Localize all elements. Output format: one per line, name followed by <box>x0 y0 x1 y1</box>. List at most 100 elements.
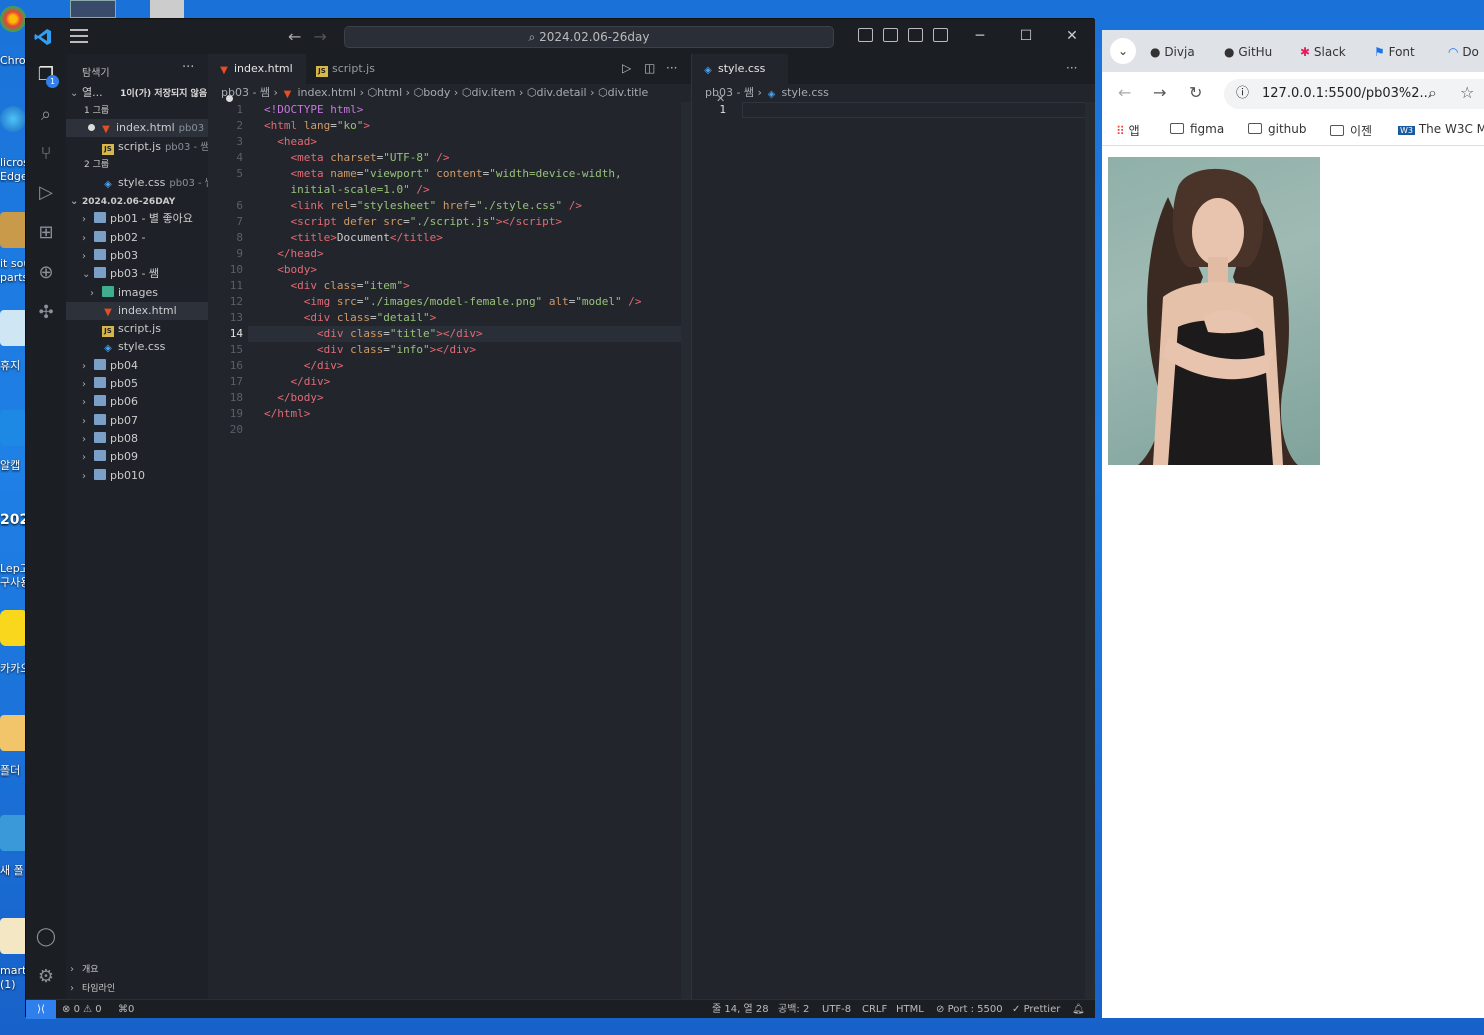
toggle-sidebar-icon[interactable] <box>858 28 873 42</box>
vertical-scrollbar[interactable] <box>1085 102 1095 999</box>
kakaotalk-icon[interactable] <box>0 610 28 646</box>
open-editor-item[interactable]: JS script.js pb03 - 쌤 <box>66 138 208 156</box>
settings-gear-icon[interactable]: ⚙ <box>35 966 57 988</box>
folder-item[interactable]: › pb01 - 별 좋아요 <box>66 210 208 228</box>
file-desktop-icon[interactable] <box>0 918 28 954</box>
folder-item[interactable]: › pb02 - <box>66 229 208 247</box>
chrome-tab[interactable]: ◠ Do <box>1448 38 1479 66</box>
end-of-line[interactable]: CRLF <box>862 1000 887 1019</box>
chrome-tab[interactable]: ⚑ Font <box>1374 38 1415 66</box>
source-control-icon[interactable]: ⑂ <box>35 143 57 165</box>
remote-indicator-icon[interactable]: ⟩⟨ <box>26 1000 56 1019</box>
bookmark-folder[interactable]: github <box>1248 122 1306 136</box>
chrome-tab[interactable]: ● GitHu <box>1224 38 1272 66</box>
bookmark-w3c[interactable]: W3 The W3C M <box>1398 122 1484 136</box>
forward-icon[interactable]: → <box>313 27 338 46</box>
folder-desktop-icon[interactable] <box>0 212 28 248</box>
bookmark-apps[interactable]: ⠿ 앱 <box>1116 122 1140 139</box>
run-debug-icon[interactable]: ▷ <box>35 182 57 204</box>
file-item[interactable]: ▼ index.html <box>66 302 208 320</box>
chrome-desktop-icon[interactable] <box>0 6 26 32</box>
nav-arrows[interactable]: ←→ <box>288 27 339 46</box>
folder-item[interactable]: › pb08 <box>66 430 208 448</box>
breadcrumb-item[interactable]: style.css <box>781 86 828 99</box>
folder-item[interactable]: › pb04 <box>66 357 208 375</box>
file-item[interactable]: JS script.js <box>66 320 208 338</box>
alcapture-icon[interactable] <box>0 410 28 446</box>
minimize-button[interactable]: ─ <box>957 19 1003 54</box>
tab-search-chevron-icon[interactable]: ⌄ <box>1110 38 1136 64</box>
ports-indicator[interactable]: ⌘0 <box>118 1000 134 1019</box>
open-editor-item[interactable]: ◈style.csspb03 - 쌤 <box>66 174 208 192</box>
window-thumbnail[interactable] <box>150 0 184 18</box>
encoding[interactable]: UTF-8 <box>822 1000 851 1019</box>
outline-section[interactable]: › 개요 <box>66 961 208 979</box>
vertical-scrollbar[interactable] <box>681 102 691 999</box>
breadcrumb-item[interactable]: index.html <box>297 86 356 99</box>
problems-indicator[interactable]: ⊗ 0 ⚠ 0 <box>62 1000 102 1019</box>
bookmark-star-icon[interactable]: ☆ <box>1460 83 1474 102</box>
command-center[interactable]: ⌕ 2024.02.06-26day <box>344 26 834 48</box>
split-editor-icon[interactable]: ◫ <box>644 61 655 75</box>
folder-item[interactable]: › pb07 <box>66 412 208 430</box>
breadcrumb-item[interactable]: div.item <box>471 86 515 99</box>
timeline-section[interactable]: › 타임라인 <box>66 980 208 998</box>
folder-item[interactable]: › pb05 <box>66 375 208 393</box>
workspace-header[interactable]: ⌄ 2024.02.06-26DAY <box>66 193 208 211</box>
folder-item[interactable]: › images <box>66 284 208 302</box>
recycle-bin-icon[interactable] <box>0 310 28 346</box>
close-button[interactable]: ✕ <box>1049 19 1095 54</box>
indentation[interactable]: 공백: 2 <box>778 1000 809 1019</box>
customize-layout-icon[interactable] <box>933 28 948 42</box>
bookmark-folder[interactable]: figma <box>1170 122 1224 136</box>
back-icon[interactable]: ← <box>1118 83 1131 102</box>
language-mode[interactable]: HTML <box>896 1000 924 1019</box>
folder-item[interactable]: › pb010 <box>66 467 208 485</box>
breadcrumb-item[interactable]: div.title <box>608 86 649 99</box>
breadcrumb-item[interactable]: html <box>377 86 402 99</box>
run-icon[interactable]: ▷ <box>622 61 631 75</box>
open-editor-item[interactable]: ▼index.htmlpb03 ... <box>66 119 208 137</box>
more-actions-icon[interactable]: ··· <box>1066 61 1077 75</box>
live-server-port[interactable]: ⊘ Port : 5500 <box>936 1000 1003 1019</box>
file-item[interactable]: ◈ style.css <box>66 338 208 356</box>
menu-icon[interactable] <box>70 29 88 43</box>
window-thumbnail[interactable] <box>70 0 116 18</box>
zoom-icon[interactable]: ⌕ <box>1428 83 1437 103</box>
remote-explorer-icon[interactable]: ⊕ <box>35 262 57 284</box>
tab-style-css[interactable]: ◈ style.css ✕ <box>692 54 788 105</box>
folder-item[interactable]: › pb06 <box>66 393 208 411</box>
breadcrumb-item[interactable]: div.detail <box>537 86 587 99</box>
notifications-icon[interactable]: 🔔︎ <box>1072 1000 1085 1019</box>
back-icon[interactable]: ← <box>288 27 313 46</box>
folder-desktop-icon[interactable] <box>0 815 28 851</box>
site-info-icon[interactable]: ⓘ <box>1236 79 1249 109</box>
edge-desktop-icon[interactable] <box>0 106 26 132</box>
bookmark-folder[interactable]: 이젠 <box>1330 122 1372 139</box>
folder-item[interactable]: ⌄ pb03 - 쌤 <box>66 265 208 283</box>
more-actions-icon[interactable]: ··· <box>666 61 677 75</box>
extensions-icon[interactable]: ⊞ <box>35 222 57 244</box>
forward-icon[interactable]: → <box>1153 83 1166 102</box>
toggle-panel-icon[interactable] <box>883 28 898 42</box>
account-icon[interactable]: ◯ <box>35 926 57 948</box>
tab-script-js[interactable]: JS script.js <box>306 54 391 84</box>
more-actions-icon[interactable]: ··· <box>182 60 194 75</box>
breadcrumb-item[interactable]: pb03 - 쌤 <box>705 86 754 99</box>
tab-index-html[interactable]: ▼ index.html <box>208 54 306 102</box>
chrome-tab[interactable]: ● Divja <box>1150 38 1195 66</box>
cursor-position[interactable]: 줄 14, 열 28 <box>712 1000 769 1019</box>
prettier-status[interactable]: ✓ Prettier <box>1012 1000 1060 1019</box>
folder-item[interactable]: › pb03 <box>66 247 208 265</box>
breadcrumb-item[interactable]: pb03 - 쌤 <box>221 86 270 99</box>
folder-item[interactable]: › pb09 <box>66 448 208 466</box>
maximize-button[interactable]: ☐ <box>1003 19 1049 54</box>
search-icon[interactable]: ⌕ <box>35 104 57 126</box>
reload-icon[interactable]: ↻ <box>1189 83 1202 102</box>
toggle-secondary-sidebar-icon[interactable] <box>908 28 923 42</box>
open-editors-header[interactable]: ⌄ 열... 1이(가) 저장되지 않음 <box>66 84 208 102</box>
address-bar[interactable]: ⓘ 127.0.0.1:5500/pb03%2... <box>1224 79 1484 109</box>
breadcrumb-item[interactable]: body <box>423 86 450 99</box>
chrome-tab[interactable]: ✱ Slack <box>1300 38 1346 66</box>
folder-desktop-icon[interactable] <box>0 715 28 751</box>
